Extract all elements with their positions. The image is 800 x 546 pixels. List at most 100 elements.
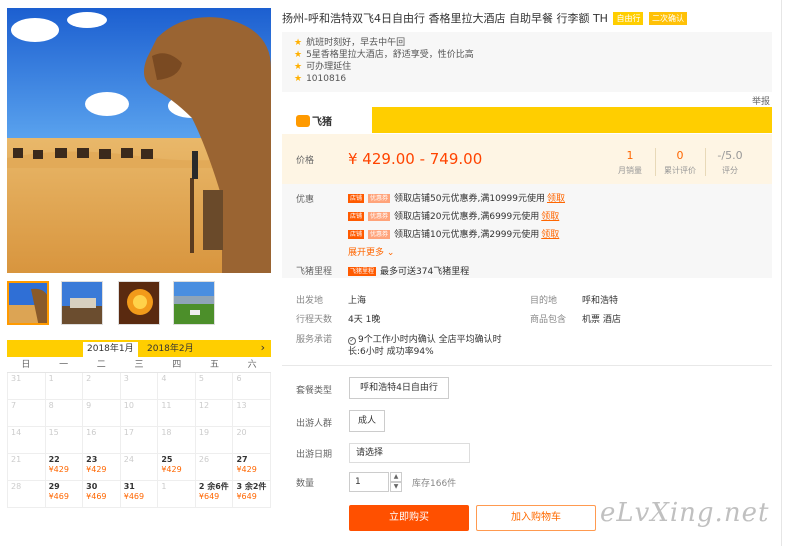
divider [282, 365, 772, 366]
day-price: ¥469 [123, 492, 145, 501]
depart-value: 上海 [348, 296, 367, 306]
month-tab-feb[interactable]: 2018年2月 [143, 342, 198, 357]
quantity-up-icon[interactable]: ▲ [390, 472, 402, 482]
day-number: 15 [48, 428, 59, 437]
calendar-day: 31 [8, 373, 46, 399]
weekday-label: 五 [209, 360, 219, 370]
destination-label: 目的地 [530, 296, 558, 306]
travel-date-picker[interactable]: 请选择 [349, 443, 470, 463]
page-scrollbar[interactable] [781, 0, 800, 546]
day-number: 18 [161, 428, 172, 437]
day-number: 13 [236, 401, 247, 410]
shop-badge: 店铺 [348, 194, 365, 203]
day-number: 23 [86, 455, 98, 464]
date-label: 出游日期 [296, 450, 333, 460]
star-icon: ★ [294, 50, 303, 60]
quantity-down-icon[interactable]: ▼ [390, 482, 402, 492]
calendar-day-available[interactable]: 2 余6件 ¥649 [196, 481, 234, 507]
crowd-option[interactable]: 成人 [349, 410, 385, 432]
watermark: eLvXing.net [600, 498, 770, 528]
add-to-cart-button[interactable]: 加入购物车 [476, 505, 596, 531]
day-number: 10 [123, 401, 134, 410]
shop-badge: 店铺 [348, 212, 365, 221]
rating-stat: -/5.0 评分 [705, 149, 755, 176]
calendar-day: 11 [158, 400, 196, 426]
feature-text: 5星香格里拉大酒店，舒适享受，性价比高 [306, 50, 474, 60]
stat-value: -/5.0 [717, 149, 743, 162]
depart-row: 出发地 上海 [296, 293, 366, 306]
thumbnail-strip [7, 281, 271, 327]
claim-coupon-link[interactable]: 领取 [541, 230, 559, 240]
claim-coupon-link[interactable]: 领取 [547, 194, 565, 204]
product-title: 扬州-呼和浩特双飞4日自由行 香格里拉大酒店 自助早餐 行李额 TH 自由行 二… [282, 10, 687, 26]
weekday-header: 日 一 二 三 四 五 六 [7, 357, 271, 373]
calendar-week-row: 21 22 ¥429 23 ¥429 24 25 ¥429 26 27 ¥429 [8, 454, 272, 481]
price-label: 价格 [296, 156, 315, 166]
day-number: 5 [198, 374, 204, 383]
calendar-day: 1 [158, 481, 196, 507]
day-number: 30 [86, 482, 98, 491]
brand-bar: 飞猪 [282, 107, 772, 133]
calendar-day: 14 [8, 427, 46, 453]
show-more-coupons[interactable]: 展开更多 ⌄ [348, 245, 394, 258]
thumbnail-3[interactable] [118, 281, 160, 325]
day-number: 8 [48, 401, 54, 410]
includes-value: 机票 酒店 [582, 315, 621, 325]
weekday-label: 日 [21, 360, 31, 370]
coupon-item: 店铺 优惠券 领取店铺10元优惠券,满2999元使用 领取 [348, 227, 559, 240]
coupon-badge: 优惠券 [368, 230, 391, 239]
buy-now-button[interactable]: 立即购买 [349, 505, 469, 531]
calendar-day: 12 [196, 400, 234, 426]
brand-name: 飞猪 [312, 117, 332, 128]
calendar-day-available[interactable]: 30 ¥469 [83, 481, 121, 507]
day-price: ¥469 [48, 492, 69, 501]
day-price: ¥649 [198, 492, 220, 501]
coupon-text: 领取店铺50元优惠券,满10999元使用 [394, 194, 545, 204]
calendar-day: 5 [196, 373, 234, 399]
calendar-day-available[interactable]: 25 ¥429 [158, 454, 196, 480]
feature-item: ★ 航班时刻好，早去中午回 [294, 37, 760, 49]
claim-coupon-link[interactable]: 领取 [541, 212, 559, 222]
star-icon: ★ [294, 74, 303, 84]
day-number: 1 [161, 482, 167, 491]
review-count-stat[interactable]: 0 累计评价 [655, 149, 705, 176]
destination-row: 目的地 呼和浩特 [530, 293, 618, 306]
weekday-label: 六 [247, 360, 257, 370]
calendar-day-available[interactable]: 3 余2件 ¥649 [233, 481, 272, 507]
calendar-day: 26 [196, 454, 234, 480]
calendar-week-row: 14 15 16 17 18 19 20 [8, 427, 272, 454]
day-number: 11 [161, 401, 172, 410]
calendar-day-available[interactable]: 29 ¥469 [46, 481, 84, 507]
coupon-text: 领取店铺20元优惠券,满6999元使用 [394, 212, 540, 222]
day-number: 22 [48, 455, 60, 464]
fliggy-logo: 飞猪 [296, 113, 332, 128]
calendar-day: 18 [158, 427, 196, 453]
calendar-grid: 31 1 2 3 4 5 6 7 8 9 10 11 12 13 14 15 16 17 18 19 20 21 22 ¥42… [7, 373, 272, 508]
calendar-day-available[interactable]: 31 ¥469 [121, 481, 159, 507]
calendar-day-available[interactable]: 22 ¥429 [46, 454, 84, 480]
thumbnail-2[interactable] [61, 281, 103, 325]
day-number: 17 [123, 428, 134, 437]
day-price: ¥429 [48, 465, 69, 474]
calendar-day-available[interactable]: 27 ¥429 [233, 454, 272, 480]
day-number: 7 [11, 401, 17, 410]
month-tab-jan[interactable]: 2018年1月 [83, 342, 138, 357]
thumbnail-1[interactable] [7, 281, 49, 325]
quantity-input[interactable]: 1 [349, 472, 389, 492]
promise-line-2: 长:6小时 成功率94% [348, 347, 434, 357]
day-number: 6 [236, 374, 242, 383]
price-range: ¥ 429.00 - 749.00 [348, 150, 483, 168]
calendar-day: 10 [121, 400, 159, 426]
day-price: ¥649 [236, 492, 257, 501]
report-link[interactable]: 举报 [752, 94, 770, 107]
calendar-day-available[interactable]: 23 ¥429 [83, 454, 121, 480]
next-month-arrow-icon[interactable]: › [261, 341, 265, 354]
thumbnail-4[interactable] [173, 281, 215, 325]
calendar-day: 9 [83, 400, 121, 426]
price-panel: 价格 ¥ 429.00 - 749.00 1 月销量 0 累计评价 -/5.0 … [282, 134, 772, 184]
coupon-badge: 优惠券 [368, 194, 391, 203]
miles-label: 飞猪里程 [296, 267, 333, 277]
feature-text: 1010816 [306, 74, 347, 84]
day-number: 12 [198, 401, 210, 410]
package-option[interactable]: 呼和浩特4日自由行 [349, 377, 449, 399]
